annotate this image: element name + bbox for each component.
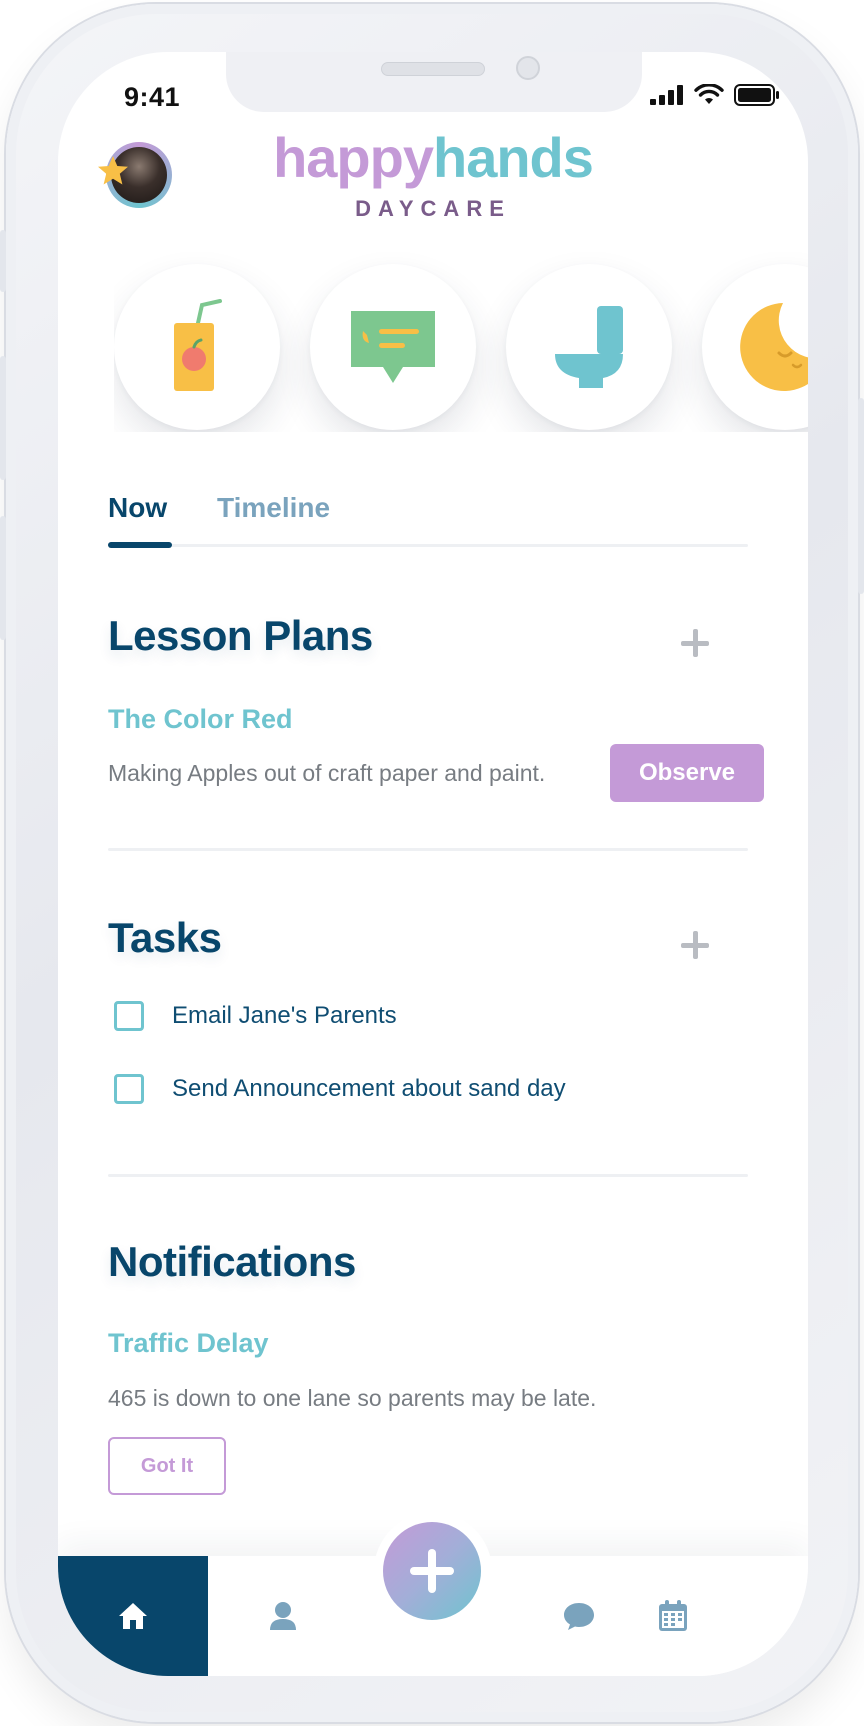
section-divider xyxy=(108,1174,748,1177)
tab-underline-track xyxy=(108,544,748,547)
task-checkbox[interactable] xyxy=(114,1074,144,1104)
bottom-nav xyxy=(58,1512,808,1676)
signal-icon xyxy=(650,85,683,105)
add-fab-button[interactable] xyxy=(383,1522,481,1620)
logo-hands: hands xyxy=(433,126,594,189)
battery-icon xyxy=(734,84,779,106)
add-lesson-plan-button[interactable] xyxy=(678,626,712,660)
lesson-plans-heading: Lesson Plans xyxy=(108,612,373,659)
task-item[interactable]: Send Announcement about sand day xyxy=(114,1069,566,1109)
quick-action-potty[interactable] xyxy=(506,264,672,430)
chat-icon xyxy=(564,1603,594,1630)
notifications-heading: Notifications xyxy=(108,1238,356,1285)
tasks-heading: Tasks xyxy=(108,914,222,961)
observe-button[interactable]: Observe xyxy=(610,744,764,802)
task-checkbox[interactable] xyxy=(114,1001,144,1031)
status-icons xyxy=(650,84,780,106)
lesson-plan-title[interactable]: The Color Red xyxy=(108,704,293,735)
quick-action-message[interactable] xyxy=(310,264,476,430)
speaker-grille xyxy=(381,62,485,76)
add-icon xyxy=(410,1549,454,1593)
home-icon xyxy=(119,1603,147,1629)
calendar-icon xyxy=(659,1600,687,1631)
section-divider xyxy=(108,848,748,851)
notification-title[interactable]: Traffic Delay xyxy=(108,1328,269,1359)
add-task-button[interactable] xyxy=(678,928,712,962)
got-it-button[interactable]: Got It xyxy=(108,1437,226,1495)
quick-actions xyxy=(114,252,808,432)
volume-up-button xyxy=(0,356,6,480)
logo-subtitle: DAYCARE xyxy=(355,196,511,221)
message-bubble-icon xyxy=(351,311,435,383)
juice-box-icon xyxy=(174,299,222,391)
tab-bar: Now Timeline xyxy=(108,492,748,548)
nav-profile[interactable] xyxy=(228,1556,338,1676)
power-button xyxy=(858,398,864,594)
tab-active-indicator xyxy=(108,542,172,548)
front-camera xyxy=(516,56,540,80)
app-logo: happyhands DAYCARE xyxy=(58,130,808,222)
app-screen: 9:41 happyhands DAYCARE Now Timeline Les… xyxy=(58,52,808,1676)
task-label: Send Announcement about sand day xyxy=(172,1075,566,1102)
task-label: Email Jane's Parents xyxy=(172,1002,397,1029)
mute-switch xyxy=(0,230,6,292)
wifi-icon xyxy=(694,84,724,104)
notification-description: 465 is down to one lane so parents may b… xyxy=(108,1385,597,1411)
nav-calendar[interactable] xyxy=(618,1556,728,1676)
nav-home[interactable] xyxy=(58,1556,208,1676)
notch xyxy=(226,52,642,112)
volume-down-button xyxy=(0,516,6,640)
sleeping-moon-icon xyxy=(740,303,808,391)
task-item[interactable]: Email Jane's Parents xyxy=(114,996,397,1036)
tab-now[interactable]: Now xyxy=(108,492,167,524)
logo-wordmark: happyhands xyxy=(58,130,808,186)
status-time: 9:41 xyxy=(124,82,181,112)
tab-timeline[interactable]: Timeline xyxy=(217,492,330,524)
lesson-plan-description: Making Apples out of craft paper and pai… xyxy=(108,760,546,786)
profile-icon xyxy=(270,1602,296,1630)
logo-happy: happy xyxy=(273,126,434,189)
quick-action-nap[interactable] xyxy=(702,264,808,430)
quick-action-juice[interactable] xyxy=(114,264,280,430)
toilet-icon xyxy=(555,306,623,388)
